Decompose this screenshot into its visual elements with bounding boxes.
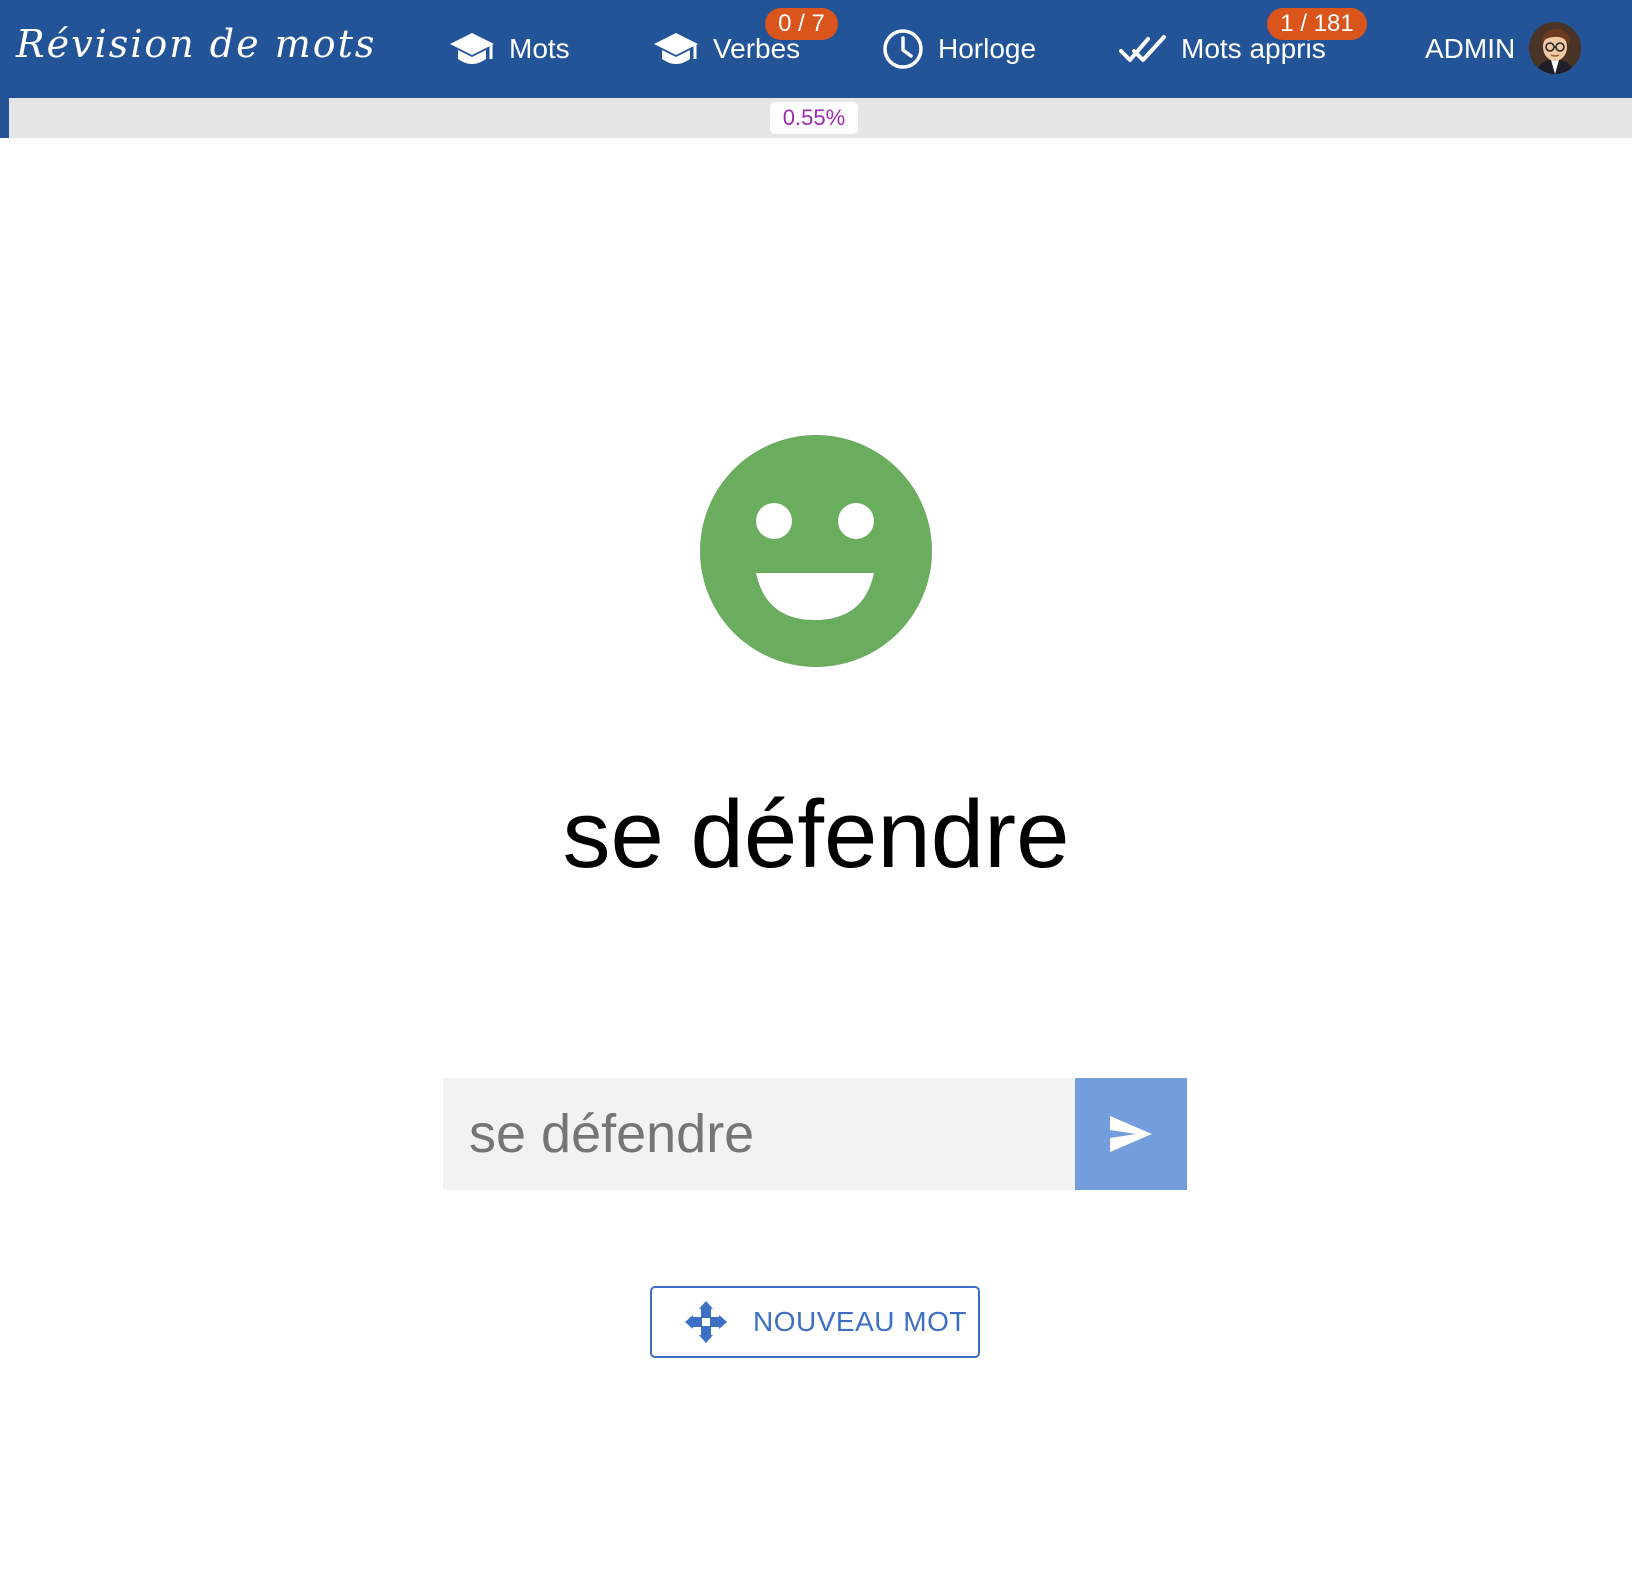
quiz-word: se défendre — [562, 781, 1070, 888]
nav-item-horloge[interactable]: Horloge — [882, 0, 1036, 98]
graduation-cap-icon — [653, 29, 699, 69]
answer-input[interactable] — [443, 1078, 1075, 1190]
new-word-label: NOUVEAU MOT — [753, 1306, 967, 1337]
user-menu[interactable]: ADMIN — [1425, 0, 1515, 98]
send-icon — [1108, 1114, 1154, 1154]
verbes-count-badge: 0 / 7 — [765, 8, 838, 40]
clock-icon — [882, 28, 924, 70]
send-button[interactable] — [1075, 1078, 1187, 1190]
smiley-happy-icon — [698, 433, 934, 674]
nav-item-label: Horloge — [938, 33, 1037, 64]
progress-label: 0.55% — [770, 102, 858, 134]
double-check-icon — [1119, 32, 1167, 66]
user-name: ADMIN — [1425, 33, 1516, 64]
app-brand[interactable]: Révision de mots — [16, 20, 376, 68]
move-arrows-icon — [685, 1301, 727, 1343]
new-word-button[interactable]: NOUVEAU MOT — [650, 1286, 980, 1358]
top-navbar: Révision de mots Mots Verbes 0 / 7 Horlo… — [0, 0, 1632, 98]
graduation-cap-icon — [449, 29, 495, 69]
user-avatar[interactable] — [1529, 22, 1581, 74]
progress-bar: 0.55% — [0, 98, 1632, 138]
progress-fill — [0, 98, 9, 138]
nav-item-label: Mots — [509, 33, 570, 64]
mots-appris-count-badge: 1 / 181 — [1267, 8, 1367, 40]
nav-item-mots[interactable]: Mots — [449, 0, 570, 98]
